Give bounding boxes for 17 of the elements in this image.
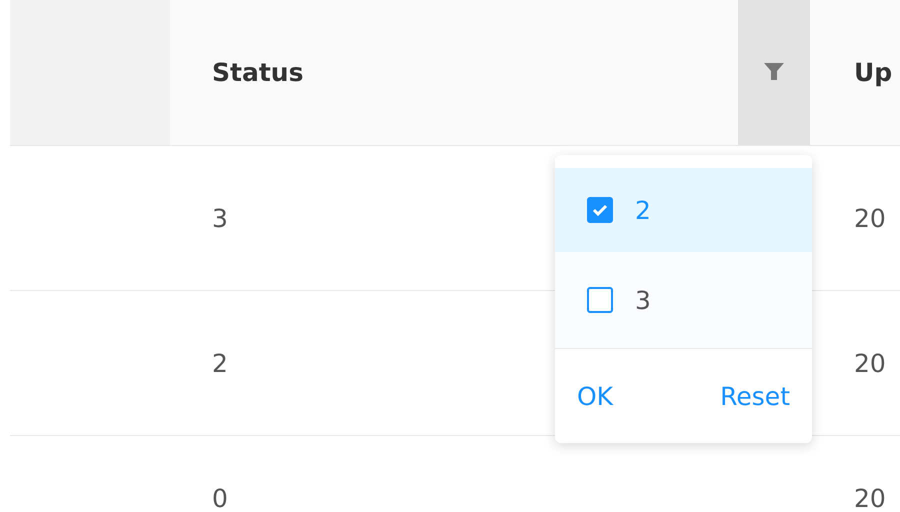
table-cell: 3 — [212, 204, 228, 232]
table-cell: 20 — [854, 348, 886, 378]
reset-button[interactable]: Reset — [720, 382, 790, 410]
column-header: Status — [211, 57, 304, 89]
ok-button[interactable]: OK — [577, 382, 614, 410]
filter-option[interactable]: 3 — [555, 252, 812, 348]
option-label: 3 — [635, 286, 651, 314]
option-label: 2 — [635, 196, 651, 224]
checkbox[interactable] — [587, 287, 613, 313]
column-header: Up — [853, 57, 894, 89]
table-cell: 2 — [212, 348, 228, 378]
checkbox[interactable] — [587, 197, 613, 223]
check-icon — [592, 204, 608, 216]
table-cell: 20 — [854, 204, 886, 232]
table-cell: 20 — [854, 484, 886, 512]
filter-option[interactable]: 2 — [555, 168, 812, 252]
table-cell: 0 — [212, 484, 228, 512]
